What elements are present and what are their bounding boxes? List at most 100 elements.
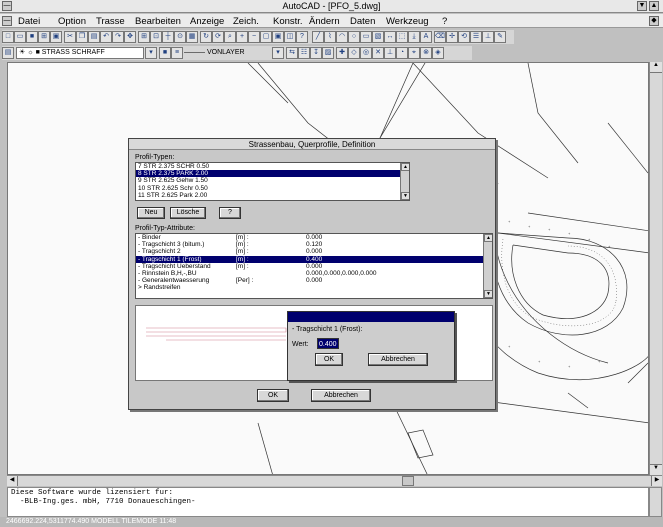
properties-icon[interactable]: ☰ — [470, 31, 482, 43]
redraw-icon[interactable]: ↻ — [200, 31, 212, 43]
erase-icon[interactable]: ⌫ — [434, 31, 446, 43]
snap-icon[interactable]: ⊡ — [150, 31, 162, 43]
attrs-scroll-down-icon[interactable]: ▼ — [484, 290, 492, 298]
new-button[interactable]: Neu — [137, 207, 165, 219]
undo-icon[interactable]: ↶ — [100, 31, 112, 43]
attribute-row[interactable]: - Tragschicht Ueberstand [m] : 0.000 — [136, 263, 492, 270]
minimize-icon[interactable]: ▼ — [637, 1, 647, 11]
trim-icon[interactable]: ✎ — [494, 31, 506, 43]
grid-icon[interactable]: ⊞ — [138, 31, 150, 43]
value-field[interactable]: 0.400 — [317, 338, 339, 349]
scroll-up-icon[interactable]: ▲ — [650, 62, 662, 73]
insert-icon[interactable]: ⤓ — [408, 31, 420, 43]
redo-icon[interactable]: ↷ — [112, 31, 124, 43]
layers-icon[interactable]: ▤ — [2, 47, 14, 59]
copy-icon[interactable]: ❐ — [76, 31, 88, 43]
ok-button[interactable]: OK — [257, 389, 289, 402]
types-scroll-down-icon[interactable]: ▼ — [401, 192, 409, 200]
delete-button[interactable]: Lösche — [170, 207, 206, 219]
line-icon[interactable]: ╱ — [312, 31, 324, 43]
profile-type-item[interactable]: 7 STR 2.375 SCHR 0.50 — [136, 163, 409, 170]
attribute-row[interactable]: - Rinnstein B,H,-,BU 0.000,0.000,0.000,0.… — [136, 270, 492, 277]
snap-mid-icon[interactable]: ◇ — [348, 47, 360, 59]
plot-icon[interactable]: ▣ — [50, 31, 62, 43]
menu-konstr[interactable]: Konstr. — [273, 16, 303, 27]
menu-help[interactable]: ? — [442, 16, 447, 27]
pan-icon[interactable]: ✥ — [124, 31, 136, 43]
linetype-icon[interactable]: ≡ — [171, 47, 183, 59]
vertical-scrollbar[interactable]: ▲ ▼ — [649, 62, 662, 475]
osnap-icon[interactable]: ⊙ — [174, 31, 186, 43]
horizontal-scrollbar[interactable]: ◀ ▶ — [7, 475, 662, 486]
open-file-icon[interactable]: ▭ — [14, 31, 26, 43]
profile-type-item[interactable]: 10 STR 2.625 Schr 0.50 — [136, 185, 409, 192]
zoom-in-icon[interactable]: + — [236, 31, 248, 43]
move-icon[interactable]: ✢ — [446, 31, 458, 43]
menu-zeich[interactable]: Zeich. — [233, 16, 259, 27]
distance-icon[interactable]: ↧ — [310, 47, 322, 59]
subdialog-cancel-button[interactable]: Abbrechen — [368, 353, 428, 366]
snap-nearest-icon[interactable]: ⌖ — [408, 47, 420, 59]
attribute-row[interactable]: - Binder [m] : 0.000 — [136, 234, 492, 241]
attribute-row[interactable]: > Randstreifen — [136, 284, 492, 291]
menu-option[interactable]: Option — [58, 16, 86, 27]
attribute-row[interactable]: - Tragschicht 3 (bitum.) [m] : 0.120 — [136, 241, 492, 248]
command-scrollbar[interactable] — [649, 487, 662, 517]
help-button[interactable]: ? — [219, 207, 241, 219]
profile-type-item[interactable]: 11 STR 2.625 Park 2.00 — [136, 192, 409, 199]
scroll-down-icon[interactable]: ▼ — [650, 464, 662, 475]
doc-restore-icon[interactable]: ◆ — [649, 16, 659, 26]
regen-icon[interactable]: ⟳ — [212, 31, 224, 43]
layer-select[interactable]: ☀ ☼ ■ STRASS SCHRAFF — [16, 47, 144, 59]
attributes-scrollbar[interactable]: ▲ ▼ — [483, 234, 492, 298]
doc-menu-icon[interactable]: — — [2, 16, 12, 26]
menu-anzeige[interactable]: Anzeige — [190, 16, 224, 27]
print-icon[interactable]: ⊞ — [38, 31, 50, 43]
scroll-left-icon[interactable]: ◀ — [7, 476, 18, 486]
menu-werkzeug[interactable]: Werkzeug — [386, 16, 429, 27]
profile-type-item-selected[interactable]: 8 STR 2.375 PARK 2.00 — [136, 170, 409, 178]
profile-attributes-list[interactable]: - Binder [m] :0.000- Tragschicht 3 (bitum… — [135, 233, 493, 299]
zoom-all-icon[interactable]: ▣ — [272, 31, 284, 43]
view-icon[interactable]: ◫ — [284, 31, 296, 43]
menu-aendern[interactable]: Ändern — [309, 16, 340, 27]
attribute-row[interactable]: - Tragschicht 2 [m] : 0.000 — [136, 248, 492, 255]
cancel-button[interactable]: Abbrechen — [311, 389, 371, 402]
snap-quad-icon[interactable]: ◈ — [432, 47, 444, 59]
types-scrollbar[interactable]: ▲ ▼ — [400, 163, 409, 200]
zoom-out-icon[interactable]: − — [248, 31, 260, 43]
snap-endpoint-icon[interactable]: ✚ — [336, 47, 348, 59]
scroll-right-icon[interactable]: ▶ — [651, 476, 662, 486]
attrs-scroll-up-icon[interactable]: ▲ — [484, 234, 492, 242]
save-icon[interactable]: ■ — [26, 31, 38, 43]
attribute-row[interactable]: - Generalentwaesserung [Per] : 0.000 — [136, 277, 492, 284]
dimension-icon[interactable]: ↔ — [384, 31, 396, 43]
arc-icon[interactable]: ◠ — [336, 31, 348, 43]
snap-center-icon[interactable]: ◎ — [360, 47, 372, 59]
menu-trasse[interactable]: Trasse — [96, 16, 125, 27]
snap-perp-icon[interactable]: ⊥ — [384, 47, 396, 59]
help-icon[interactable]: ? — [296, 31, 308, 43]
profile-types-list[interactable]: 7 STR 2.375 SCHR 0.50 8 STR 2.375 PARK 2… — [135, 162, 410, 201]
snap-tangent-icon[interactable]: ◔ — [396, 47, 408, 59]
area-icon[interactable]: ▨ — [322, 47, 334, 59]
menu-daten[interactable]: Daten — [350, 16, 375, 27]
block-icon[interactable]: ⬚ — [396, 31, 408, 43]
list-icon[interactable]: ☷ — [298, 47, 310, 59]
hatch-icon[interactable]: ▧ — [372, 31, 384, 43]
circle-icon[interactable]: ○ — [348, 31, 360, 43]
subdialog-ok-button[interactable]: OK — [315, 353, 343, 366]
rectangle-icon[interactable]: ▭ — [360, 31, 372, 43]
rotate-icon[interactable]: ⟲ — [458, 31, 470, 43]
color-icon[interactable]: ■ — [159, 47, 171, 59]
linetype-select[interactable]: ——— VONLAYER — [184, 47, 270, 59]
zoom-icon[interactable]: ⌕ — [224, 31, 236, 43]
zoom-window-icon[interactable]: ▢ — [260, 31, 272, 43]
snap-intersect-icon[interactable]: ✕ — [372, 47, 384, 59]
menu-bearbeiten[interactable]: Bearbeiten — [135, 16, 181, 27]
command-area[interactable]: Diese Software wurde lizensiert fur: -BL… — [7, 487, 649, 517]
cut-icon[interactable]: ✂ — [64, 31, 76, 43]
ortho-icon[interactable]: ┼ — [162, 31, 174, 43]
profile-type-item[interactable]: 9 STR 2.625 Gehw 1.50 — [136, 177, 409, 184]
layer-dropdown-icon[interactable]: ▾ — [145, 47, 157, 59]
